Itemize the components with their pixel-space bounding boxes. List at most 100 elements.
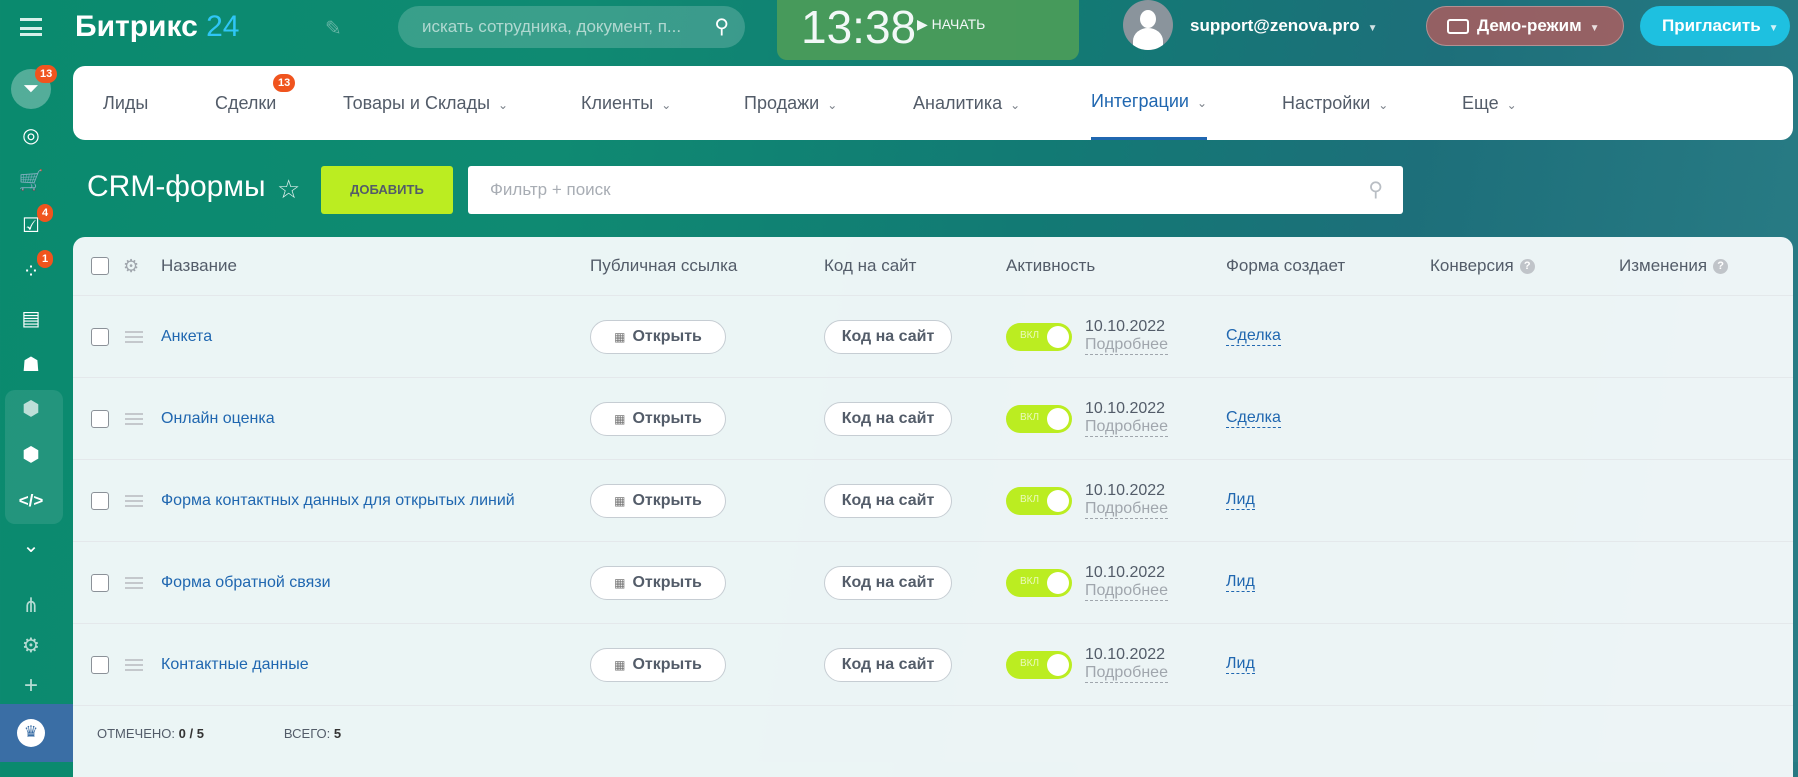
tab-more[interactable]: Еще ⌄ [1462, 66, 1517, 140]
form-name-link[interactable]: Анкета [161, 328, 212, 346]
help-icon[interactable]: ? [1519, 258, 1535, 274]
activity-toggle[interactable]: ВКЛ [1006, 568, 1072, 597]
creates-entity-link[interactable]: Лид [1226, 655, 1255, 674]
details-link[interactable]: Подробнее [1085, 500, 1168, 519]
tab-analytics[interactable]: Аналитика ⌄ [913, 66, 1020, 140]
form-name-link[interactable]: Онлайн оценка [161, 410, 275, 428]
form-name-link[interactable]: Форма обратной связи [161, 574, 331, 592]
tab-products[interactable]: Товары и Склады ⌄ [343, 66, 508, 140]
drag-handle-icon[interactable] [125, 412, 143, 425]
tab-integrations[interactable]: Интеграции ⌄ [1091, 66, 1207, 140]
pencil-icon[interactable]: ✎ [325, 16, 342, 41]
crown-icon: ♛ [17, 719, 45, 747]
box-icon[interactable]: ⬢ [17, 441, 45, 469]
activity-date: 10.10.2022 [1085, 318, 1166, 335]
forms-table: ⚙ Название Публичная ссылка Код на сайт … [73, 237, 1793, 777]
creates-entity-link[interactable]: Сделка [1226, 409, 1281, 428]
table-footer: ОТМЕЧЕНО: 0 / 5 ВСЕГО: 5 [73, 704, 1793, 762]
search-icon[interactable]: ⚲ [714, 6, 729, 48]
add-button[interactable]: ДОБАВИТЬ [321, 166, 453, 214]
selected-label: ОТМЕЧЕНО: [97, 725, 175, 741]
search-icon[interactable]: ⚲ [1368, 166, 1383, 214]
site-code-button[interactable]: Код на сайт [824, 319, 952, 354]
plus-icon[interactable]: + [17, 672, 45, 700]
logo[interactable]: Битрикс 24 [75, 10, 240, 44]
open-public-link-button[interactable]: ▦ Открыть [590, 483, 726, 518]
code-icon[interactable]: </> [17, 487, 45, 515]
star-icon[interactable]: ☆ [277, 174, 300, 205]
site-code-button[interactable]: Код на сайт [824, 401, 952, 436]
invite-button[interactable]: Пригласить ▼ [1640, 6, 1790, 46]
total-label: ВСЕГО: [283, 725, 331, 741]
creates-entity-link[interactable]: Лид [1226, 491, 1255, 510]
drag-handle-icon[interactable] [125, 576, 143, 589]
column-header[interactable]: Конверсия? [1430, 237, 1535, 295]
help-icon[interactable]: ? [1713, 258, 1729, 274]
demo-mode-button[interactable]: Демо-режим ▼ [1426, 6, 1624, 46]
start-button[interactable]: ▶ НАЧАТЬ [917, 16, 985, 33]
open-public-link-button[interactable]: ▦ Открыть [590, 647, 726, 682]
creates-entity-link[interactable]: Сделка [1226, 327, 1281, 346]
open-public-link-button[interactable]: ▦ Открыть [590, 565, 726, 600]
avatar[interactable] [1123, 0, 1173, 50]
dots-icon[interactable]: ⁘ 1 [17, 250, 54, 286]
tab-deals[interactable]: Сделки 13 [215, 66, 296, 140]
site-code-button[interactable]: Код на сайт [824, 483, 952, 518]
details-link[interactable]: Подробнее [1085, 418, 1168, 437]
details-link[interactable]: Подробнее [1085, 582, 1168, 601]
badge: 13 [35, 65, 58, 83]
worktime-widget[interactable]: 13:38 ▶ НАЧАТЬ [777, 0, 1079, 60]
gear-icon[interactable]: ⚙ [123, 237, 139, 295]
column-header[interactable]: Название [161, 237, 237, 295]
clock: 13:38 [801, 1, 917, 53]
user-menu[interactable]: support@zenova.pro ▼ [1190, 16, 1378, 36]
cart-icon[interactable]: 🛒 [17, 167, 45, 195]
table-row: Форма контактных данных для открытых лин… [73, 460, 1793, 542]
activity-toggle[interactable]: ВКЛ [1006, 322, 1072, 351]
row-checkbox[interactable] [91, 409, 109, 428]
tasks-icon[interactable]: ☑ 4 [17, 204, 54, 240]
gear-icon[interactable]: ⚙ [17, 632, 45, 660]
crown-button[interactable]: ♛ [0, 704, 73, 762]
drag-handle-icon[interactable] [125, 658, 143, 671]
tab-clients[interactable]: Клиенты ⌄ [581, 66, 671, 140]
row-checkbox[interactable] [91, 491, 109, 510]
open-public-link-button[interactable]: ▦ Открыть [590, 401, 726, 436]
column-header[interactable]: Публичная ссылка [590, 237, 737, 295]
site-code-button[interactable]: Код на сайт [824, 565, 952, 600]
activity-toggle[interactable]: ВКЛ [1006, 650, 1072, 679]
details-link[interactable]: Подробнее [1085, 664, 1168, 683]
activity-toggle[interactable]: ВКЛ [1006, 404, 1072, 433]
menu-icon[interactable] [20, 18, 42, 36]
form-name-link[interactable]: Форма контактных данных для открытых лин… [161, 492, 515, 510]
funnel-icon[interactable]: ⏷ 13 [11, 65, 58, 109]
creates-entity-link[interactable]: Лид [1226, 573, 1255, 592]
global-search-input[interactable]: искать сотрудника, документ, п... ⚲ [398, 6, 745, 48]
tab-leads[interactable]: Лиды [103, 66, 148, 140]
box-icon[interactable]: ⬢ [17, 395, 45, 423]
form-name-link[interactable]: Контактные данные [161, 656, 309, 674]
site-code-button[interactable]: Код на сайт [824, 647, 952, 682]
column-header[interactable]: Изменения? [1619, 237, 1729, 295]
structure-icon[interactable]: ⋔ [17, 592, 45, 620]
open-public-link-button[interactable]: ▦ Открыть [590, 319, 726, 354]
robot-icon[interactable]: ☗ [17, 351, 45, 379]
table-header: ⚙ Название Публичная ссылка Код на сайт … [73, 237, 1793, 296]
details-link[interactable]: Подробнее [1085, 336, 1168, 355]
drag-handle-icon[interactable] [125, 330, 143, 343]
tab-sales[interactable]: Продажи ⌄ [744, 66, 837, 140]
row-checkbox[interactable] [91, 573, 109, 592]
select-all-checkbox[interactable] [91, 257, 109, 275]
row-checkbox[interactable] [91, 327, 109, 346]
contact-card-icon[interactable]: ▤ [17, 305, 45, 333]
column-header[interactable]: Форма создает [1226, 237, 1345, 295]
drag-handle-icon[interactable] [125, 494, 143, 507]
column-header[interactable]: Активность [1006, 237, 1095, 295]
filter-search-input[interactable]: Фильтр + поиск ⚲ [468, 166, 1403, 214]
target-icon[interactable]: ◎ [17, 122, 45, 150]
activity-toggle[interactable]: ВКЛ [1006, 486, 1072, 515]
row-checkbox[interactable] [91, 655, 109, 674]
tab-settings[interactable]: Настройки ⌄ [1282, 66, 1388, 140]
column-header[interactable]: Код на сайт [824, 237, 916, 295]
chevron-down-circle-icon[interactable]: ⌄ [17, 532, 45, 560]
